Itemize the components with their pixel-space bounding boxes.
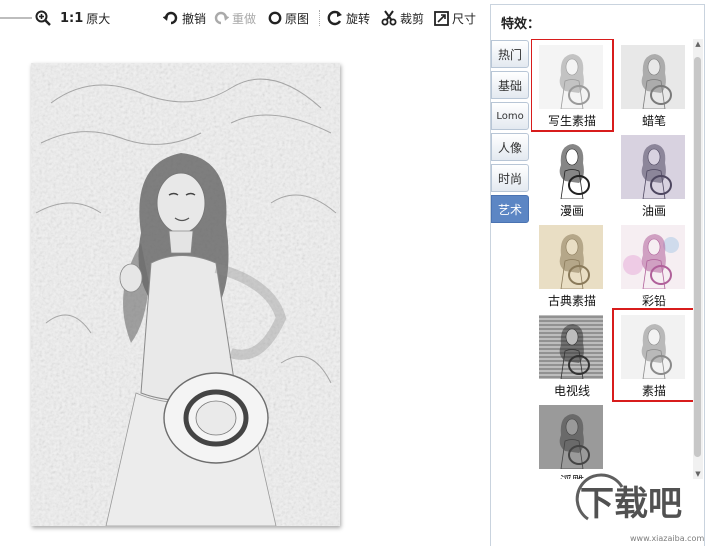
effect-thumbnail <box>539 315 603 379</box>
undo-label: 撤销 <box>182 11 207 26</box>
effect-label: 素描 <box>641 384 666 398</box>
tab-category-5[interactable]: 艺术 <box>491 195 529 223</box>
effect-item-sketch[interactable]: 写生素描 <box>531 39 614 132</box>
tab-category-3[interactable]: 人像 <box>491 133 529 161</box>
effect-item-tvlines[interactable]: 电视线 <box>532 310 612 400</box>
toolbar-divider <box>319 10 320 26</box>
effect-label: 油画 <box>641 204 666 218</box>
original-circle-icon <box>268 11 282 25</box>
tab-category-4[interactable]: 时尚 <box>491 164 529 192</box>
tab-category-0[interactable]: 热门 <box>491 40 529 68</box>
effect-thumbnail <box>539 45 603 109</box>
scissors-icon <box>381 10 397 26</box>
effect-item-oil[interactable]: 油画 <box>614 130 693 220</box>
undo-button[interactable]: 撤销 <box>163 9 206 27</box>
effect-label: 写生素描 <box>547 114 596 128</box>
redo-label: 重做 <box>232 11 257 26</box>
size-button[interactable]: 尺寸 <box>434 9 476 27</box>
tab-category-1[interactable]: 基础 <box>491 71 529 99</box>
panel-title: 特效： <box>501 17 541 32</box>
effect-label: 蜡笔 <box>641 114 666 128</box>
undo-icon <box>163 10 179 26</box>
effect-label: 古典素描 <box>547 294 596 308</box>
effect-item-colorpencil[interactable]: 彩铅 <box>614 220 693 310</box>
scroll-thumb[interactable] <box>694 57 701 457</box>
effects-grid: 写生素描 蜡笔 漫画 油画 古典素描 彩铅 电视线 素描 <box>531 39 693 479</box>
site-watermark: 下载吧 www.xiazaiba.com <box>566 467 705 545</box>
ratio-text: 1:1 <box>60 10 84 26</box>
rotate-button[interactable]: 旋转 <box>327 9 370 27</box>
resize-icon <box>434 10 449 26</box>
effect-thumbnail <box>621 315 685 379</box>
effect-label: 彩铅 <box>641 294 666 308</box>
scroll-up-icon[interactable]: ▲ <box>693 39 703 49</box>
rotate-icon <box>327 10 343 26</box>
effect-item-pencil[interactable]: 素描 <box>612 308 693 402</box>
effect-item-crayon[interactable]: 蜡笔 <box>614 40 693 130</box>
original-label: 原图 <box>285 11 310 26</box>
size-label: 尺寸 <box>452 11 477 26</box>
effects-scrollbar[interactable]: ▲ ▼ <box>693 39 703 479</box>
crop-label: 裁剪 <box>400 11 425 26</box>
redo-icon <box>213 10 229 26</box>
effect-thumbnail <box>621 135 685 199</box>
effect-thumbnail <box>621 45 685 109</box>
effect-label: 漫画 <box>559 204 584 218</box>
effect-thumbnail <box>539 225 603 289</box>
original-size-button[interactable]: 1:1 原大 <box>60 9 110 27</box>
tab-category-2[interactable]: Lomo <box>491 102 529 130</box>
effect-thumbnail <box>539 135 603 199</box>
effect-item-comic[interactable]: 漫画 <box>532 130 612 220</box>
rotate-label: 旋转 <box>346 11 371 26</box>
original-size-label: 原大 <box>86 11 111 26</box>
editor-canvas <box>0 36 482 545</box>
zoom-in-icon <box>35 10 51 26</box>
effect-thumbnail <box>621 225 685 289</box>
original-image-button[interactable]: 原图 <box>268 9 309 27</box>
effect-item-classic[interactable]: 古典素描 <box>532 220 612 310</box>
zoom-in-button[interactable] <box>35 9 51 27</box>
edited-photo <box>31 63 340 526</box>
watermark-text: 下载吧 <box>580 484 682 524</box>
crop-button[interactable]: 裁剪 <box>381 9 424 27</box>
watermark-url: www.xiazaiba.com <box>630 534 704 543</box>
effect-label: 电视线 <box>553 384 590 398</box>
toolbar: 1:1 原大 撤销 重做 原图 旋转 裁剪 尺寸 <box>0 0 480 36</box>
effects-panel: 特效： 热门 基础 Lomo 人像 时尚 艺术 写生素描 蜡笔 漫画 油画 古典… <box>490 4 705 546</box>
redo-button[interactable]: 重做 <box>213 9 256 27</box>
effect-thumbnail <box>539 405 603 469</box>
zoom-slider-track[interactable] <box>0 17 32 19</box>
